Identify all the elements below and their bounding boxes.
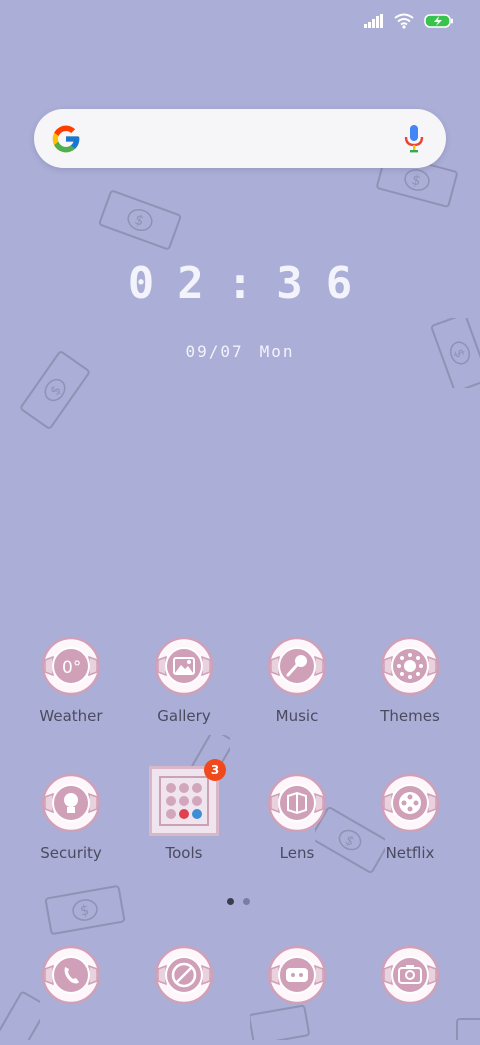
svg-text:$: $	[79, 902, 91, 919]
mini-app-icon	[192, 809, 203, 820]
app-security[interactable]: Security	[16, 773, 126, 873]
gallery-icon	[154, 636, 214, 696]
app-weather[interactable]: 0° Weather	[16, 636, 126, 736]
app-gallery[interactable]: Gallery	[129, 636, 239, 736]
signal-icon	[364, 14, 383, 28]
mini-app-icon	[178, 809, 189, 820]
money-bill-decoration-icon: $	[98, 190, 182, 250]
svg-text:0°: 0°	[62, 658, 81, 678]
app-lens[interactable]: Lens	[242, 773, 352, 873]
wifi-icon	[394, 13, 414, 29]
notification-badge: 3	[204, 759, 226, 781]
netflix-icon	[380, 773, 440, 833]
weather-icon: 0°	[41, 636, 101, 696]
search-input[interactable]	[98, 121, 402, 157]
messages-icon	[267, 945, 327, 1005]
music-icon	[267, 636, 327, 696]
mini-app-icon	[178, 795, 189, 806]
mini-app-icon	[165, 782, 176, 793]
status-bar	[364, 10, 454, 32]
svg-text:$: $	[410, 172, 423, 190]
mini-app-icon	[165, 795, 176, 806]
google-search-bar[interactable]	[34, 109, 446, 168]
page-indicator[interactable]	[227, 898, 250, 905]
app-themes[interactable]: Themes	[355, 636, 465, 736]
google-logo-icon[interactable]	[50, 123, 82, 155]
mic-icon[interactable]	[404, 124, 424, 154]
svg-text:$: $	[132, 212, 146, 230]
phone-icon	[41, 945, 101, 1005]
browser-icon	[154, 945, 214, 1005]
app-netflix[interactable]: Netflix	[355, 773, 465, 873]
app-label: Lens	[279, 844, 315, 862]
dock-messages[interactable]	[242, 945, 352, 1045]
page-dot[interactable]	[243, 898, 250, 905]
mini-app-icon	[192, 782, 203, 793]
app-label: Gallery	[157, 707, 211, 725]
date-value: 09/07	[185, 342, 244, 361]
battery-charging-icon	[424, 14, 453, 28]
money-bill-decoration-icon: $	[20, 351, 90, 429]
money-bill-decoration-icon: $	[44, 885, 126, 935]
app-label: Tools	[165, 844, 203, 862]
dock-browser[interactable]	[129, 945, 239, 1045]
app-label: Netflix	[385, 844, 435, 862]
clock-date[interactable]: 09/07 Mon	[0, 342, 480, 361]
app-label: Themes	[380, 707, 440, 725]
dock-phone[interactable]	[16, 945, 126, 1045]
app-label: Security	[40, 844, 102, 862]
lens-icon	[267, 773, 327, 833]
mini-app-icon	[165, 809, 176, 820]
app-music[interactable]: Music	[242, 636, 352, 736]
mini-app-icon	[192, 795, 203, 806]
app-label: Weather	[39, 707, 103, 725]
mini-app-icon	[178, 782, 189, 793]
dock-camera[interactable]	[355, 945, 465, 1045]
security-icon	[41, 773, 101, 833]
themes-icon	[380, 636, 440, 696]
day-value: Mon	[259, 342, 295, 361]
camera-icon	[380, 945, 440, 1005]
app-label: Music	[275, 707, 319, 725]
page-dot-active[interactable]	[227, 898, 234, 905]
clock-time[interactable]: 02:36	[0, 258, 480, 309]
